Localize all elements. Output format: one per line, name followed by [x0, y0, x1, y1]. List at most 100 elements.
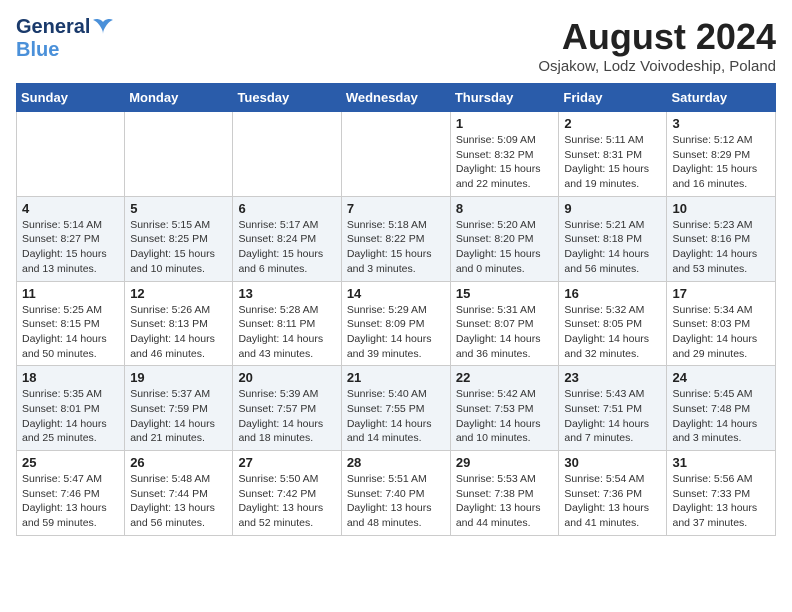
- day-of-week-header: Thursday: [450, 84, 559, 112]
- day-info: Sunrise: 5:37 AM Sunset: 7:59 PM Dayligh…: [130, 387, 227, 446]
- day-info: Sunrise: 5:25 AM Sunset: 8:15 PM Dayligh…: [22, 303, 119, 362]
- day-info: Sunrise: 5:35 AM Sunset: 8:01 PM Dayligh…: [22, 387, 119, 446]
- calendar-day-cell: 3 Sunrise: 5:12 AM Sunset: 8:29 PM Daylig…: [667, 112, 776, 197]
- day-of-week-header: Friday: [559, 84, 667, 112]
- day-info: Sunrise: 5:34 AM Sunset: 8:03 PM Dayligh…: [672, 303, 770, 362]
- day-info: Sunrise: 5:15 AM Sunset: 8:25 PM Dayligh…: [130, 218, 227, 277]
- calendar-day-cell: 23Sunrise: 5:43 AM Sunset: 7:51 PM Dayli…: [559, 366, 667, 451]
- calendar-day-cell: 22Sunrise: 5:42 AM Sunset: 7:53 PM Dayli…: [450, 366, 559, 451]
- day-number: 31: [672, 455, 770, 470]
- day-number: 21: [347, 370, 445, 385]
- day-number: 16: [564, 286, 661, 301]
- day-number: 11: [22, 286, 119, 301]
- day-of-week-header: Tuesday: [233, 84, 341, 112]
- calendar-day-cell: 28 Sunrise: 5:51 AM Sunset: 7:40 PM Dayli…: [341, 451, 450, 536]
- day-number: 28: [347, 455, 445, 470]
- day-number: 13: [238, 286, 335, 301]
- page-header: General Blue August 2024 Osjakow, Lodz V…: [16, 16, 776, 75]
- day-info: Sunrise: 5:32 AM Sunset: 8:05 PM Dayligh…: [564, 303, 661, 362]
- day-number: 24: [672, 370, 770, 385]
- logo-bird-icon: [92, 18, 114, 38]
- day-info: Sunrise: 5:40 AM Sunset: 7:55 PM Dayligh…: [347, 387, 445, 446]
- day-info: Sunrise: 5:18 AM Sunset: 8:22 PM Dayligh…: [347, 218, 445, 277]
- day-number: 6: [238, 201, 335, 216]
- day-info: Sunrise: 5:39 AM Sunset: 7:57 PM Dayligh…: [238, 387, 335, 446]
- calendar-header-row: SundayMondayTuesdayWednesdayThursdayFrid…: [17, 84, 776, 112]
- calendar-day-cell: 12Sunrise: 5:26 AM Sunset: 8:13 PM Dayli…: [125, 281, 233, 366]
- day-number: 1: [456, 116, 554, 131]
- day-number: 15: [456, 286, 554, 301]
- calendar-day-cell: 11 Sunrise: 5:25 AM Sunset: 8:15 PM Dayli…: [17, 281, 125, 366]
- day-number: 29: [456, 455, 554, 470]
- calendar-table: SundayMondayTuesdayWednesdayThursdayFrid…: [16, 83, 776, 536]
- day-info: Sunrise: 5:42 AM Sunset: 7:53 PM Dayligh…: [456, 387, 554, 446]
- day-info: Sunrise: 5:29 AM Sunset: 8:09 PM Dayligh…: [347, 303, 445, 362]
- day-number: 10: [672, 201, 770, 216]
- calendar-day-cell: 30 Sunrise: 5:54 AM Sunset: 7:36 PM Dayli…: [559, 451, 667, 536]
- logo: General Blue: [16, 16, 114, 62]
- calendar-day-cell: 2 Sunrise: 5:11 AM Sunset: 8:31 PM Daylig…: [559, 112, 667, 197]
- day-info: Sunrise: 5:53 AM Sunset: 7:38 PM Dayligh…: [456, 472, 554, 531]
- day-number: 4: [22, 201, 119, 216]
- day-number: 17: [672, 286, 770, 301]
- day-number: 26: [130, 455, 227, 470]
- calendar-day-cell: 15 Sunrise: 5:31 AM Sunset: 8:07 PM Dayli…: [450, 281, 559, 366]
- day-info: Sunrise: 5:54 AM Sunset: 7:36 PM Dayligh…: [564, 472, 661, 531]
- day-info: Sunrise: 5:12 AM Sunset: 8:29 PM Dayligh…: [672, 133, 770, 192]
- calendar-day-cell: 9Sunrise: 5:21 AM Sunset: 8:18 PM Daylig…: [559, 196, 667, 281]
- title-block: August 2024 Osjakow, Lodz Voivodeship, P…: [538, 16, 776, 75]
- calendar-day-cell: 1 Sunrise: 5:09 AM Sunset: 8:32 PM Daylig…: [450, 112, 559, 197]
- day-number: 25: [22, 455, 119, 470]
- day-info: Sunrise: 5:31 AM Sunset: 8:07 PM Dayligh…: [456, 303, 554, 362]
- calendar-day-cell: 31 Sunrise: 5:56 AM Sunset: 7:33 PM Dayli…: [667, 451, 776, 536]
- calendar-day-cell: 17 Sunrise: 5:34 AM Sunset: 8:03 PM Dayli…: [667, 281, 776, 366]
- day-info: Sunrise: 5:28 AM Sunset: 8:11 PM Dayligh…: [238, 303, 335, 362]
- day-info: Sunrise: 5:14 AM Sunset: 8:27 PM Dayligh…: [22, 218, 119, 277]
- calendar-day-cell: 6 Sunrise: 5:17 AM Sunset: 8:24 PM Daylig…: [233, 196, 341, 281]
- calendar-day-cell: 7 Sunrise: 5:18 AM Sunset: 8:22 PM Daylig…: [341, 196, 450, 281]
- day-number: 12: [130, 286, 227, 301]
- day-of-week-header: Monday: [125, 84, 233, 112]
- day-info: Sunrise: 5:48 AM Sunset: 7:44 PM Dayligh…: [130, 472, 227, 531]
- day-number: 3: [672, 116, 770, 131]
- logo-blue-text: Blue: [16, 39, 59, 62]
- calendar-day-cell: 18 Sunrise: 5:35 AM Sunset: 8:01 PM Dayli…: [17, 366, 125, 451]
- day-number: 30: [564, 455, 661, 470]
- day-info: Sunrise: 5:45 AM Sunset: 7:48 PM Dayligh…: [672, 387, 770, 446]
- day-info: Sunrise: 5:21 AM Sunset: 8:18 PM Dayligh…: [564, 218, 661, 277]
- day-info: Sunrise: 5:50 AM Sunset: 7:42 PM Dayligh…: [238, 472, 335, 531]
- day-info: Sunrise: 5:11 AM Sunset: 8:31 PM Dayligh…: [564, 133, 661, 192]
- day-info: Sunrise: 5:56 AM Sunset: 7:33 PM Dayligh…: [672, 472, 770, 531]
- day-number: 18: [22, 370, 119, 385]
- calendar-day-cell: 10 Sunrise: 5:23 AM Sunset: 8:16 PM Dayli…: [667, 196, 776, 281]
- calendar-week-row: 1 Sunrise: 5:09 AM Sunset: 8:32 PM Daylig…: [17, 112, 776, 197]
- month-year-title: August 2024: [538, 16, 776, 58]
- day-info: Sunrise: 5:51 AM Sunset: 7:40 PM Dayligh…: [347, 472, 445, 531]
- day-info: Sunrise: 5:17 AM Sunset: 8:24 PM Dayligh…: [238, 218, 335, 277]
- day-number: 8: [456, 201, 554, 216]
- calendar-day-cell: 20Sunrise: 5:39 AM Sunset: 7:57 PM Dayli…: [233, 366, 341, 451]
- day-of-week-header: Sunday: [17, 84, 125, 112]
- day-number: 2: [564, 116, 661, 131]
- day-number: 5: [130, 201, 227, 216]
- calendar-day-cell: [17, 112, 125, 197]
- day-number: 7: [347, 201, 445, 216]
- calendar-day-cell: 5 Sunrise: 5:15 AM Sunset: 8:25 PM Daylig…: [125, 196, 233, 281]
- day-of-week-header: Saturday: [667, 84, 776, 112]
- calendar-week-row: 25Sunrise: 5:47 AM Sunset: 7:46 PM Dayli…: [17, 451, 776, 536]
- day-info: Sunrise: 5:09 AM Sunset: 8:32 PM Dayligh…: [456, 133, 554, 192]
- calendar-day-cell: 14 Sunrise: 5:29 AM Sunset: 8:09 PM Dayli…: [341, 281, 450, 366]
- logo-general-text: General: [16, 16, 90, 39]
- calendar-day-cell: 16 Sunrise: 5:32 AM Sunset: 8:05 PM Dayli…: [559, 281, 667, 366]
- calendar-day-cell: [233, 112, 341, 197]
- day-info: Sunrise: 5:20 AM Sunset: 8:20 PM Dayligh…: [456, 218, 554, 277]
- calendar-day-cell: [341, 112, 450, 197]
- day-info: Sunrise: 5:23 AM Sunset: 8:16 PM Dayligh…: [672, 218, 770, 277]
- calendar-week-row: 11 Sunrise: 5:25 AM Sunset: 8:15 PM Dayli…: [17, 281, 776, 366]
- day-number: 14: [347, 286, 445, 301]
- calendar-day-cell: 21 Sunrise: 5:40 AM Sunset: 7:55 PM Dayli…: [341, 366, 450, 451]
- calendar-day-cell: 8 Sunrise: 5:20 AM Sunset: 8:20 PM Daylig…: [450, 196, 559, 281]
- location-subtitle: Osjakow, Lodz Voivodeship, Poland: [538, 58, 776, 75]
- calendar-week-row: 4 Sunrise: 5:14 AM Sunset: 8:27 PM Daylig…: [17, 196, 776, 281]
- calendar-day-cell: 4 Sunrise: 5:14 AM Sunset: 8:27 PM Daylig…: [17, 196, 125, 281]
